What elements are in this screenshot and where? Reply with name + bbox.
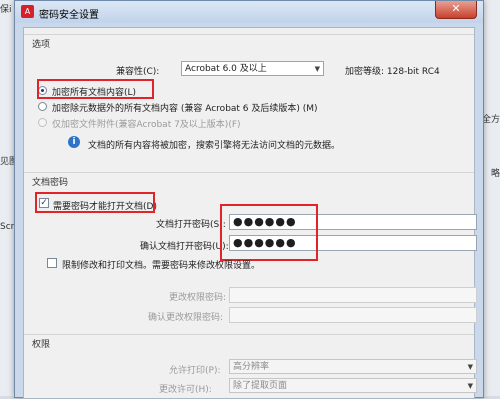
change-permissions-password-field[interactable] xyxy=(229,287,477,303)
restrict-editing-checkbox[interactable] xyxy=(47,258,57,268)
dialog-body: 选项 兼容性(C): Acrobat 6.0 及以上 ▼ 加密等级: 128-b… xyxy=(23,27,477,399)
section-title: 文档密码 xyxy=(32,178,69,188)
open-password-label: 文档打开密码(S): xyxy=(156,220,226,230)
highlight-box-passwords xyxy=(220,204,318,261)
encrypt-except-metadata-radio[interactable] xyxy=(38,102,47,111)
background-text: 略 xyxy=(490,169,500,179)
background-text: 保i xyxy=(0,5,12,15)
section-title: 选项 xyxy=(32,40,51,50)
change-allowed-value: 除了提取页面 xyxy=(233,381,288,391)
allow-printing-label: 允许打印(P): xyxy=(169,366,221,376)
chevron-down-icon: ▼ xyxy=(467,382,473,390)
confirm-change-permissions-password-label: 确认更改权限密码: xyxy=(148,313,224,323)
chevron-down-icon: ▼ xyxy=(314,65,320,73)
allow-printing-select[interactable]: 高分辨率 ▼ xyxy=(229,359,477,374)
background-text: 全方 xyxy=(481,115,500,125)
permissions-section-header: 权限 xyxy=(24,334,474,351)
encrypt-attachments-radio[interactable] xyxy=(38,118,47,127)
allow-printing-value: 高分辨率 xyxy=(233,362,270,372)
confirm-open-password-label: 确认文档打开密码(U): xyxy=(140,242,229,252)
info-icon: i xyxy=(68,136,80,148)
chevron-down-icon: ▼ xyxy=(467,363,473,371)
encryption-level: 加密等级: 128-bit RC4 xyxy=(345,67,440,77)
change-allowed-label: 更改许可(H): xyxy=(159,385,212,395)
change-allowed-select[interactable]: 除了提取页面 ▼ xyxy=(229,378,477,393)
highlight-box-encrypt-all xyxy=(37,79,154,99)
encrypt-attachments-label[interactable]: 仅加密文件附件(兼容Acrobat 7及以上版本)(F) xyxy=(52,117,241,130)
compatibility-select[interactable]: Acrobat 6.0 及以上 ▼ xyxy=(181,61,324,76)
options-section-header: 选项 xyxy=(24,34,474,51)
title-bar: A 密码安全设置 ✕ xyxy=(15,1,483,23)
close-button[interactable]: ✕ xyxy=(435,1,477,19)
password-security-dialog: A 密码安全设置 ✕ 选项 兼容性(C): Acrobat 6.0 及以上 ▼ … xyxy=(14,0,484,399)
section-title: 权限 xyxy=(32,340,51,350)
confirm-change-permissions-password-field[interactable] xyxy=(229,307,477,323)
encrypt-except-metadata-label[interactable]: 加密除元数据外的所有文档内容 (兼容 Acrobat 6 及后续版本) (M) xyxy=(52,101,318,114)
window-title: 密码安全设置 xyxy=(39,10,99,21)
background-text: Scr xyxy=(0,222,15,232)
info-text: 文档的所有内容将被加密，搜索引擎将无法访问文档的元数据。 xyxy=(88,141,341,151)
compatibility-value: Acrobat 6.0 及以上 xyxy=(185,64,267,74)
highlight-box-require-password xyxy=(35,192,155,213)
restrict-editing-label[interactable]: 限制修改和打印文档。需要密码来修改权限设置。 xyxy=(62,258,260,271)
change-permissions-password-label: 更改权限密码: xyxy=(169,293,227,303)
compatibility-label: 兼容性(C): xyxy=(116,67,160,77)
acrobat-icon: A xyxy=(21,5,34,18)
document-password-section-header: 文档密码 xyxy=(24,172,474,189)
